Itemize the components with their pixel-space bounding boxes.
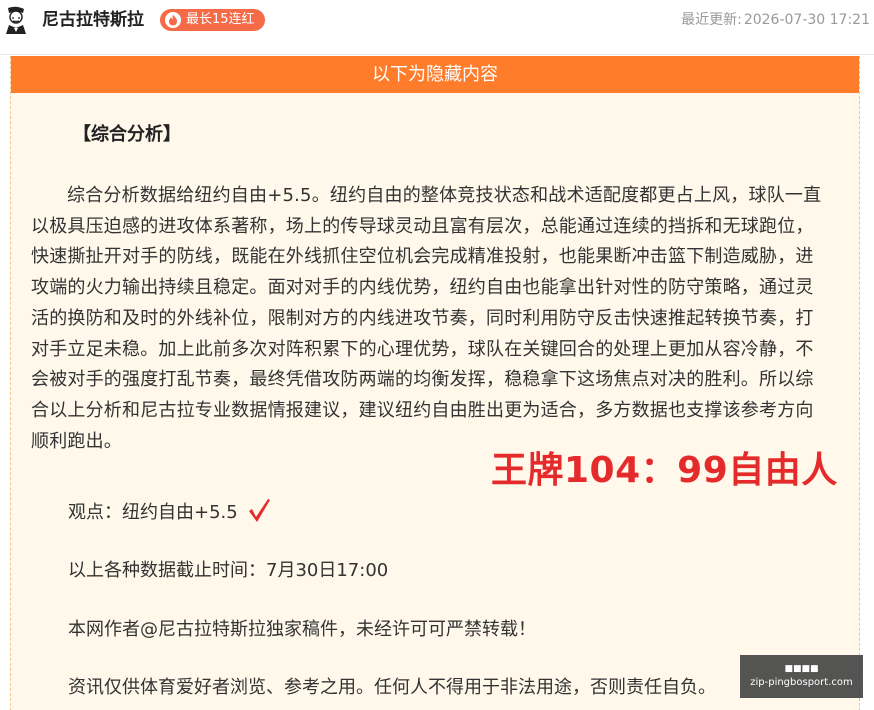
checkmark-icon	[249, 499, 270, 522]
hidden-content-banner: 以下为隐藏内容	[11, 56, 859, 93]
copyright-notice: 本网作者@尼古拉特斯拉独家稿件，未经许可可严禁转载！	[68, 619, 536, 640]
flame-icon	[165, 12, 181, 28]
updated-time: 2026-07-30 17:21	[743, 12, 870, 28]
header-divider	[0, 54, 874, 55]
streak-badge: 最长15连红	[160, 9, 265, 31]
watermark-title: ■■■■	[784, 664, 819, 674]
hidden-content-panel: 以下为隐藏内容 【综合分析】 综合分析数据给纽约自由+5.5。纽约自由的整体竞技…	[10, 56, 860, 710]
paragraph-line: 合以上分析和尼古拉专业数据情报建议，建议纽约自由胜出更为适合，多方数据也支撑该参…	[31, 399, 814, 421]
analysis-paragraph: 综合分析数据给纽约自由+5.5。纽约自由的整体竞技状态和战术适配度都更占上风，球…	[31, 181, 841, 457]
author-name[interactable]: 尼古拉特斯拉	[42, 10, 144, 30]
opinion-text: 观点：纽约自由+5.5	[68, 502, 238, 523]
paragraph-line: 攻端的火力输出持续且稳定。面对对手的内线优势，纽约自由也能拿出针对性的防守策略，…	[31, 277, 814, 299]
avatar[interactable]	[4, 6, 28, 34]
paragraph-line: 快速撕扯开对手的防线，既能在外线抓住空位机会完成精准投射，也能果断冲击篮下制造威…	[31, 246, 814, 268]
paragraph-line: 会被对手的强度打乱节奏，最终凭借攻防两端的均衡发挥，稳稳拿下这场焦点对决的胜利。…	[31, 369, 814, 391]
result-annotation: 王牌104：99自由人	[491, 450, 838, 491]
watermark-url: zip-pingbosport.com	[750, 677, 853, 688]
paragraph-line: 对手立足未稳。加上此前多次对阵积累下的心理优势，球队在关键回合的处理上更加从容冷…	[31, 338, 814, 360]
paragraph-line: 以极具压迫感的进攻体系著称，场上的传导球灵动且富有层次，总能通过连续的挡拆和无球…	[31, 215, 814, 237]
paragraph-line: 活的换防和及时的外线补位，限制对方的内线进攻节奏，同时利用防守反击快速推起转换节…	[31, 307, 814, 329]
paragraph-line: 顺利跑出。	[31, 430, 122, 452]
disclaimer-text: 资讯仅供体育爱好者浏览、参考之用。任何人不得用于非法用途，否则责任自负。	[68, 677, 716, 698]
last-updated: 最近更新: 2026-07-30 17:21	[681, 11, 870, 29]
section-title: 【综合分析】	[73, 124, 181, 145]
deadline-text: 以上各种数据截止时间：7月30日17:00	[68, 560, 389, 581]
updated-label: 最近更新:	[681, 12, 742, 28]
post-header: 尼古拉特斯拉 最长15连红 最近更新: 2026-07-30 17:21	[0, 0, 874, 46]
paragraph-line: 综合分析数据给纽约自由+5.5。纽约自由的整体竞技状态和战术适配度都更占上风，球…	[67, 185, 822, 206]
site-watermark: ■■■■ zip-pingbosport.com	[740, 655, 863, 698]
streak-label: 最长15连红	[186, 12, 255, 27]
